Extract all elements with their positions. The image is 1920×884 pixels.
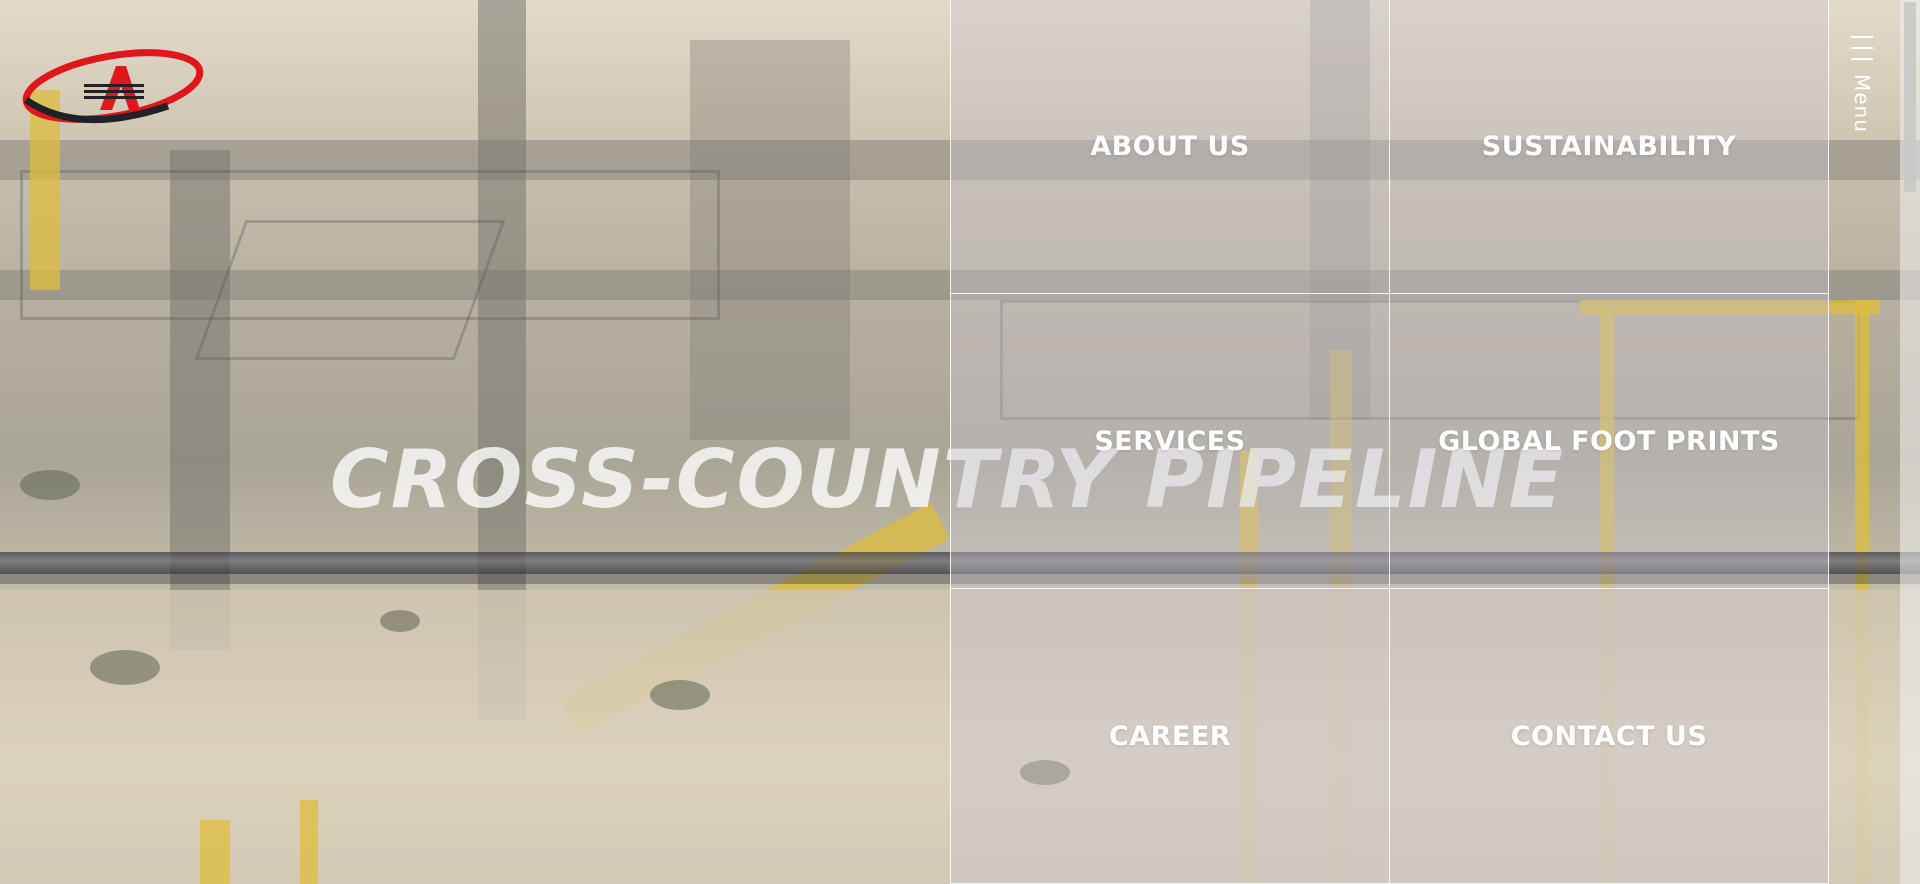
menu-item-contact-us[interactable]: CONTACT US — [1389, 589, 1829, 884]
menu-item-sustainability[interactable]: SUSTAINABILITY — [1389, 0, 1829, 294]
menu-overlay: ABOUT US SUSTAINABILITY SERVICES GLOBAL … — [950, 0, 1829, 884]
company-logo[interactable] — [18, 48, 208, 128]
menu-item-label: SUSTAINABILITY — [1481, 131, 1737, 162]
menu-item-label: GLOBAL FOOT PRINTS — [1438, 425, 1780, 457]
menu-toggle-button[interactable]: Menu — [1842, 36, 1882, 156]
logo-icon — [22, 49, 204, 124]
menu-toggle-label: Menu — [1850, 74, 1874, 133]
menu-item-about-us[interactable]: ABOUT US — [950, 0, 1389, 294]
menu-item-label: CONTACT US — [1510, 720, 1708, 752]
hamburger-icon — [1851, 36, 1873, 60]
page-scrollbar[interactable] — [1900, 0, 1920, 884]
menu-item-label: SERVICES — [1094, 425, 1246, 457]
scrollbar-thumb[interactable] — [1904, 2, 1916, 192]
menu-item-label: ABOUT US — [1090, 131, 1250, 162]
menu-item-services[interactable]: SERVICES — [950, 294, 1389, 589]
menu-item-global-foot-prints[interactable]: GLOBAL FOOT PRINTS — [1389, 294, 1829, 589]
menu-item-label: CAREER — [1108, 720, 1232, 752]
menu-item-career[interactable]: CAREER — [950, 589, 1389, 884]
